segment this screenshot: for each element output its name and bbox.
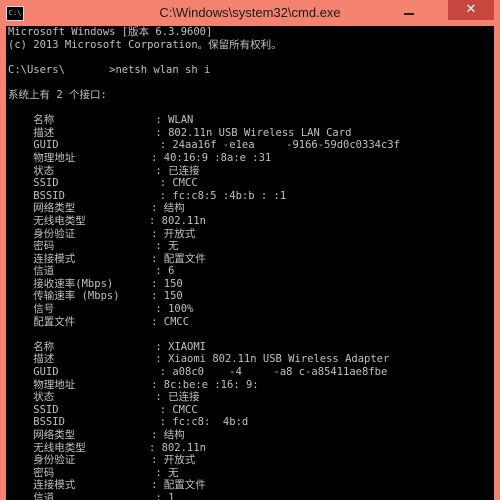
console-output[interactable]: Microsoft Windows [版本 6.3.9600] (c) 2013 … bbox=[6, 26, 494, 500]
console-line: 密码 : 无 bbox=[8, 466, 179, 479]
console-line: 物理地址 : 40:16:9 :8a:e :31 bbox=[8, 151, 272, 164]
console-line: 传输速率 (Mbps) : 150 bbox=[8, 290, 183, 303]
title-bar[interactable]: C:\ C:\Windows\system32\cmd.exe ✕ bbox=[0, 0, 500, 26]
console-line: GUID : a08c0 -4 -a8 c-a85411ae8fbe bbox=[8, 366, 388, 379]
console-line: C:\Users\ >netsh wlan sh i bbox=[8, 63, 211, 76]
console-line: 连接模式 : 配置文件 bbox=[8, 252, 206, 265]
console-line: 名称 : WLAN bbox=[8, 114, 194, 127]
console-line: BSSID : fc:c8: 4b:d bbox=[8, 416, 255, 429]
console-line: 描述 : Xiaomi 802.11n USB Wireless Adapter bbox=[8, 353, 390, 366]
console-line: 名称 : XIAOMI bbox=[8, 340, 207, 353]
console-line: 信号 : 100% bbox=[8, 303, 194, 316]
console-line: SSID : CMCC bbox=[8, 177, 198, 190]
window-title: C:\Windows\system32\cmd.exe bbox=[159, 5, 341, 20]
console-line: (c) 2013 Microsoft Corporation。保留所有权利。 bbox=[8, 38, 282, 51]
console-line: 配置文件 : CMCC bbox=[8, 315, 190, 328]
console-line: 身份验证 : 开放式 bbox=[8, 227, 196, 240]
console-line: 身份验证 : 开放式 bbox=[8, 454, 196, 467]
console-line: 密码 : 无 bbox=[8, 240, 179, 253]
console-line: 系统上有 2 个接口: bbox=[8, 88, 107, 101]
console-line: 无线电类型 : 802.11n bbox=[8, 441, 206, 454]
close-button[interactable]: ✕ bbox=[448, 0, 494, 20]
console-line: 连接模式 : 配置文件 bbox=[8, 479, 206, 492]
console-line: 描述 : 802.11n USB Wireless LAN Card bbox=[8, 126, 352, 139]
cmd-window: C:\ C:\Windows\system32\cmd.exe ✕ Micros… bbox=[0, 0, 500, 500]
console-line: 信道 : 6 bbox=[8, 265, 175, 278]
console-line: BSSID : fc:c8:5 :4b:b : :1 bbox=[8, 189, 287, 202]
console-line: GUID : 24aa16f -e1ea -9166-59d0c0334c3f bbox=[8, 139, 400, 152]
console-line: 接收速率(Mbps) : 150 bbox=[8, 277, 183, 290]
console-line: 信道 : 1 bbox=[8, 491, 175, 500]
console-line: 无线电类型 : 802.11n bbox=[8, 214, 206, 227]
console-line: Microsoft Windows [版本 6.3.9600] bbox=[8, 26, 213, 38]
console-line: 状态 : 已连接 bbox=[8, 391, 200, 404]
minimize-button[interactable] bbox=[396, 0, 422, 20]
console-line: 物理地址 : 8c:be:e :16: 9: bbox=[8, 378, 265, 391]
console-line: 状态 : 已连接 bbox=[8, 164, 200, 177]
console-line: 网络类型 : 结构 bbox=[8, 202, 185, 215]
console-line: SSID : CMCC bbox=[8, 403, 198, 416]
console-line: 网络类型 : 结构 bbox=[8, 429, 185, 441]
